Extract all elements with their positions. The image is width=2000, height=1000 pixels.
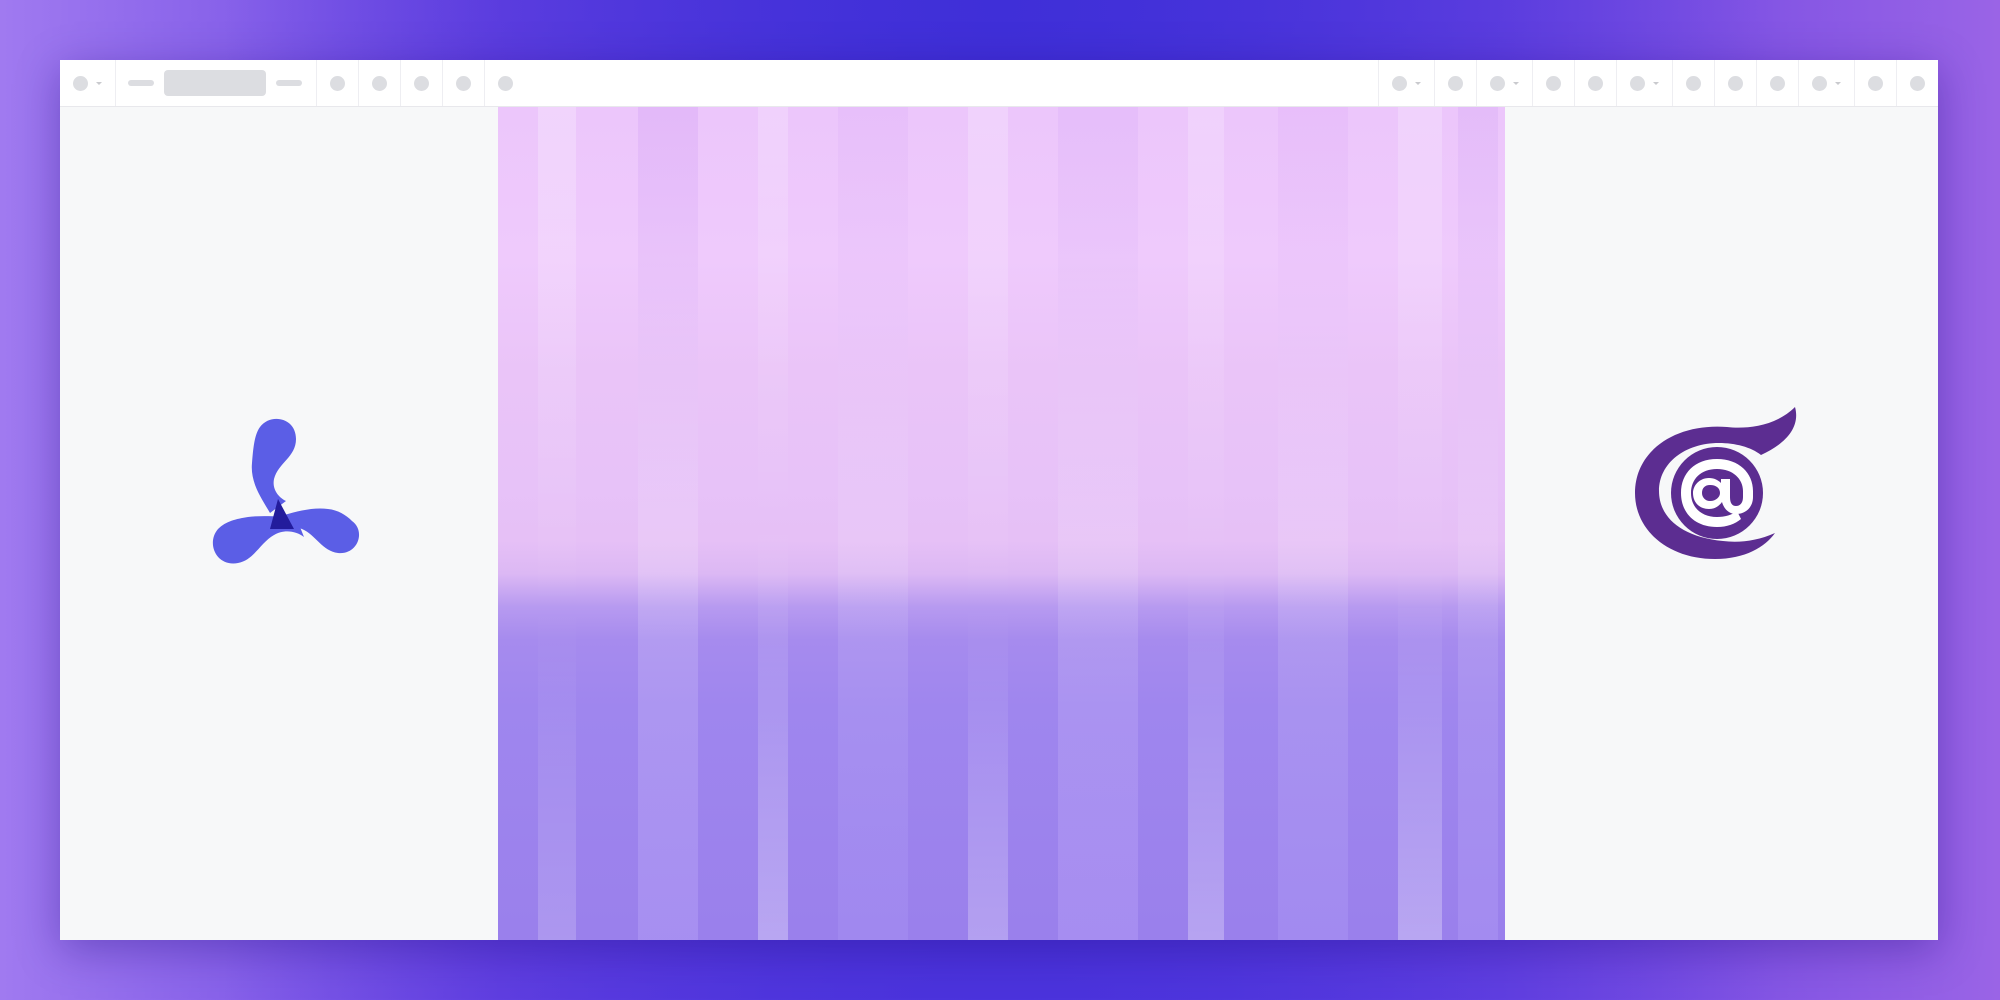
chevron-down-icon [1415,81,1421,85]
left-panel [60,107,498,940]
toolbar-button-3[interactable] [401,60,443,106]
chevron-down-icon [1513,81,1519,85]
toolbar-icon [1686,75,1701,91]
chevron-down-icon [1835,81,1841,85]
toolbar-icon [1910,75,1925,91]
toolbar-icon [1630,75,1645,91]
toolbar [60,60,1938,107]
toolbar-icon [414,75,429,91]
toolbar-icon [330,75,345,91]
toolbar-button-r7[interactable] [1854,60,1896,106]
toolbar-dropdown-3[interactable] [1616,60,1672,106]
zoom-control [116,60,317,106]
toolbar-button-2[interactable] [359,60,401,106]
pspdfkit-logo-icon [212,418,360,564]
zoom-level-field[interactable] [164,70,266,96]
toolbar-button-1[interactable] [317,60,359,106]
zoom-in-button[interactable] [276,80,302,86]
toolbar-button-r2[interactable] [1532,60,1574,106]
toolbar-icon [1490,75,1505,91]
toolbar-icon [1770,75,1785,91]
toolbar-button-r4[interactable] [1672,60,1714,106]
toolbar-button-5[interactable] [485,60,526,106]
toolbar-icon [372,75,387,91]
blazor-logo-icon [1635,407,1797,559]
toolbar-icon [1448,75,1463,91]
toolbar-left-group [60,60,526,106]
toolbar-button-r6[interactable] [1756,60,1798,106]
app-window [60,60,1938,940]
zoom-out-button[interactable] [128,80,154,86]
toolbar-button-r3[interactable] [1574,60,1616,106]
right-panel [1505,107,1938,940]
toolbar-dropdown-4[interactable] [1798,60,1854,106]
toolbar-icon [1392,75,1407,91]
toolbar-button-r8[interactable] [1896,60,1938,106]
chevron-down-icon [1653,81,1659,85]
toolbar-button-r1[interactable] [1434,60,1476,106]
toolbar-icon [1588,75,1603,91]
toolbar-dropdown-1[interactable] [1378,60,1434,106]
document-page-image [498,107,1505,940]
toolbar-right-group [1378,60,1938,106]
toolbar-button-r5[interactable] [1714,60,1756,106]
toolbar-icon [456,75,471,91]
chevron-down-icon [96,81,102,85]
toolbar-icon [1812,75,1827,91]
sidebar-icon [73,75,88,91]
toolbar-icon [1546,75,1561,91]
toolbar-button-4[interactable] [443,60,485,106]
toolbar-icon [1728,75,1743,91]
toolbar-icon [1868,75,1883,91]
toolbar-dropdown-2[interactable] [1476,60,1532,106]
toolbar-icon [498,75,513,91]
sidebar-toggle-button[interactable] [60,60,116,106]
